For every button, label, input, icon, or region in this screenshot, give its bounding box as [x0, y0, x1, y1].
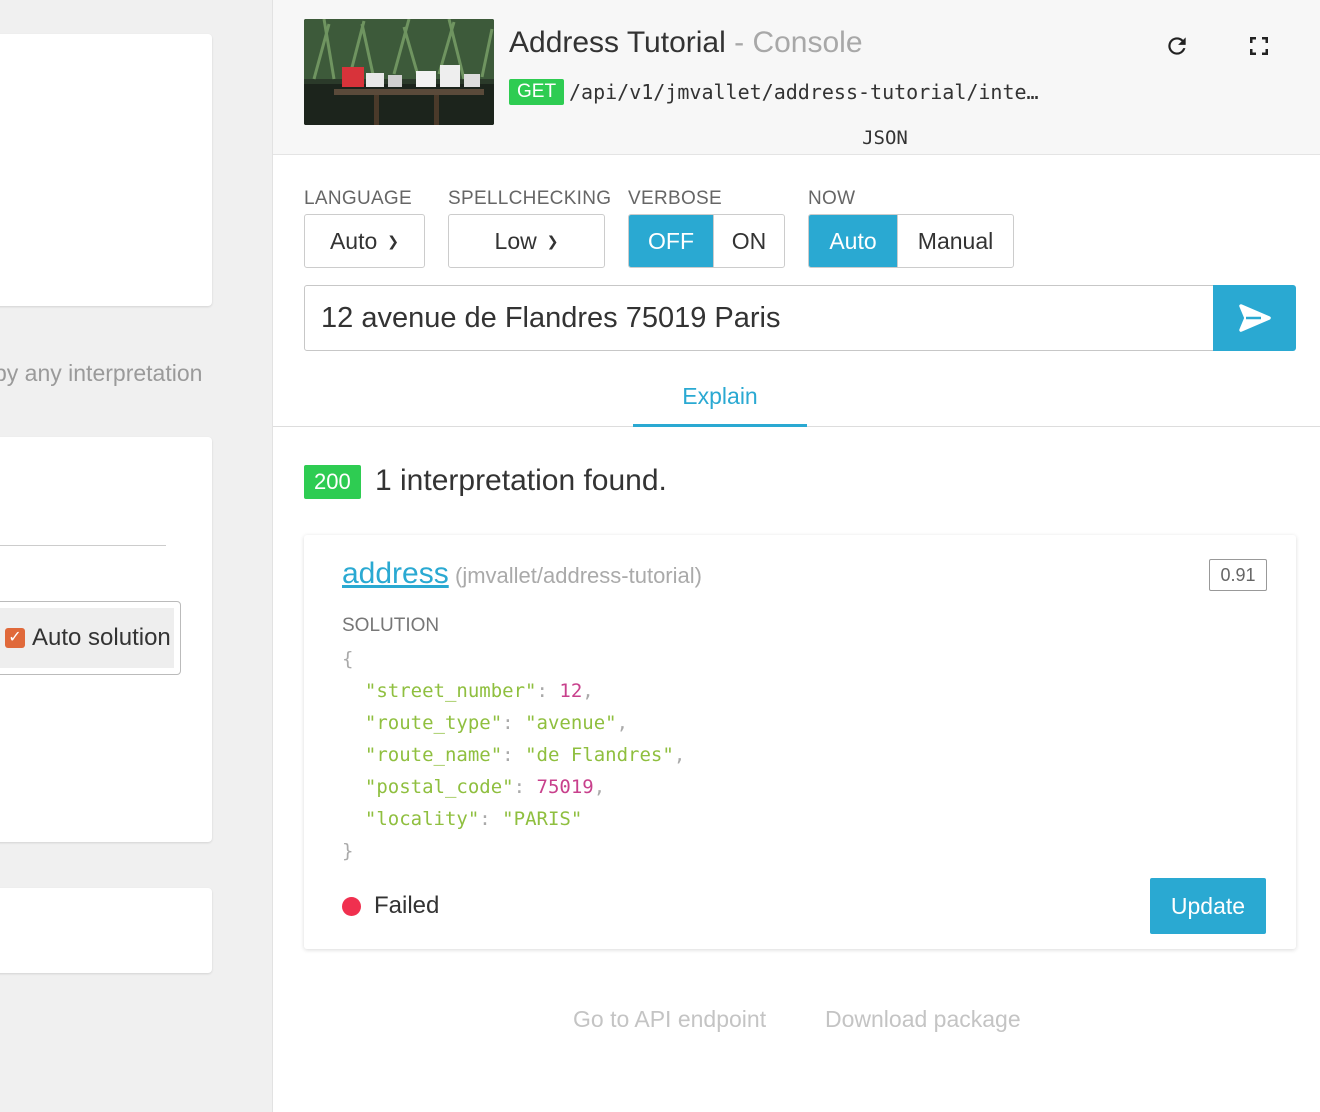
now-manual-option[interactable]: Manual: [897, 215, 1013, 267]
background-card: [0, 888, 212, 973]
result-summary: 1 interpretation found.: [375, 464, 667, 497]
console-header: Address Tutorial - Console GET /api/v1/j…: [273, 0, 1320, 155]
tab-json[interactable]: JSON: [807, 108, 963, 167]
query-input[interactable]: 12 avenue de Flandres 75019 Paris: [304, 285, 1214, 351]
agent-name: Address Tutorial: [509, 26, 726, 59]
interpretation-card: address (jmvallet/address-tutorial) 0.91…: [304, 535, 1296, 949]
verbose-off-option[interactable]: OFF: [629, 215, 713, 267]
background-hint-text: by any interpretation: [0, 360, 203, 386]
page-title: Address Tutorial - Console: [509, 26, 863, 60]
spellchecking-value: Low: [494, 227, 537, 254]
divider: [0, 545, 166, 546]
language-select[interactable]: Auto ❯: [304, 214, 425, 268]
update-button[interactable]: Update: [1150, 878, 1266, 934]
solution-route-type: avenue: [536, 712, 606, 734]
http-method-badge: GET: [509, 79, 565, 105]
status-text: Failed: [374, 892, 440, 919]
now-label: NOW: [808, 188, 856, 209]
solution-json: { "street_number": 12, "route_type": "av…: [342, 648, 686, 862]
refresh-icon: [1168, 37, 1186, 55]
solution-postal-code: 75019: [536, 776, 594, 798]
chevron-down-icon: ❯: [546, 232, 559, 249]
agent-thumbnail-image: [304, 19, 494, 125]
download-package-link[interactable]: Download package: [825, 1006, 1021, 1033]
verbose-label: VERBOSE: [628, 188, 722, 209]
send-button[interactable]: [1213, 285, 1296, 351]
now-toggle: Auto Manual: [808, 214, 1014, 268]
auto-solution-label: Auto solution: [32, 624, 171, 651]
console-panel: Address Tutorial - Console GET /api/v1/j…: [272, 0, 1320, 1112]
solution-route-name: de Flandres: [536, 744, 663, 766]
failed-status-dot-icon: [342, 897, 361, 916]
status-code-badge: 200: [304, 465, 361, 499]
solution-label: SOLUTION: [342, 615, 440, 636]
solution-street-number: 12: [559, 680, 583, 702]
title-separator: -: [725, 26, 753, 59]
verbose-toggle: OFF ON: [628, 214, 785, 268]
send-icon: [1238, 304, 1271, 332]
score-badge: 0.91: [1209, 559, 1267, 591]
checkbox-checked-icon[interactable]: ✓: [5, 628, 25, 648]
intent-link[interactable]: address: [342, 557, 449, 591]
background-panel: by any interpretation ✓ Auto solution: [0, 0, 272, 1112]
solution-locality: PARIS: [513, 808, 571, 830]
chevron-down-icon: ❯: [387, 232, 400, 249]
now-auto-option[interactable]: Auto: [809, 215, 897, 267]
language-value: Auto: [329, 227, 378, 254]
fullscreen-icon: [1250, 37, 1268, 55]
tab-explain[interactable]: Explain: [633, 368, 807, 427]
language-label: LANGUAGE: [304, 188, 412, 209]
page-subtitle: Console: [752, 26, 863, 59]
intent-source: (jmvallet/address-tutorial): [455, 563, 702, 588]
spellchecking-select[interactable]: Low ❯: [448, 214, 605, 268]
spellchecking-label: SPELLCHECKING: [448, 188, 612, 209]
refresh-button[interactable]: [1159, 28, 1195, 64]
verbose-on-option[interactable]: ON: [713, 215, 784, 267]
background-card: [0, 34, 212, 306]
auto-solution-toggle[interactable]: ✓ Auto solution: [0, 601, 181, 675]
fullscreen-button[interactable]: [1241, 28, 1277, 64]
endpoint-path[interactable]: /api/v1/jmvallet/address-tutorial/inte…: [569, 80, 1039, 104]
api-endpoint-link[interactable]: Go to API endpoint: [573, 1006, 766, 1033]
